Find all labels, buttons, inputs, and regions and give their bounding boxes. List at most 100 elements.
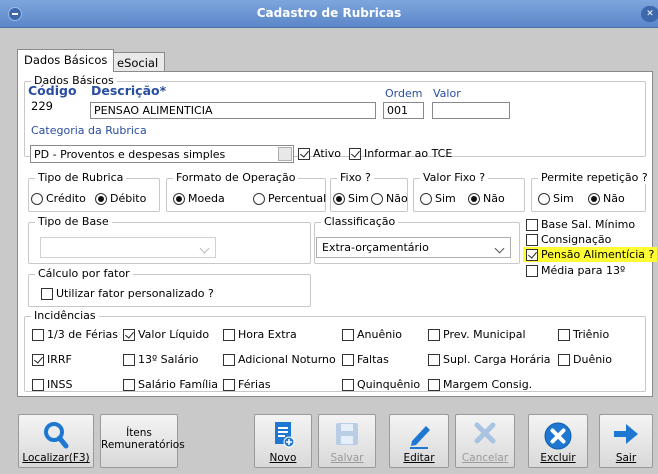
- radio-repeticao-sim-icon: [538, 192, 550, 205]
- tipo-rubrica-title: Tipo de Rubrica: [35, 171, 127, 184]
- incidencias-title: Incidências: [31, 309, 99, 322]
- inc-terco-ferias-icon: [32, 328, 44, 341]
- radio-repeticao-nao[interactable]: Não: [588, 192, 625, 205]
- inc-salario-familia[interactable]: Salário Família: [123, 378, 218, 391]
- valor-input[interactable]: [432, 102, 510, 119]
- categoria-value: PD - Proventos e despesas simples: [34, 148, 226, 161]
- title-bar: Cadastro de Rubricas ✕: [0, 0, 658, 28]
- consignacao-checkbox[interactable]: Consignação: [526, 233, 611, 246]
- radio-moeda-icon: [173, 192, 185, 205]
- inc-supl-carga-horaria-icon: [428, 353, 440, 366]
- radio-fixo-sim-icon: [333, 192, 345, 205]
- novo-button[interactable]: Novo: [254, 414, 312, 468]
- radio-percentual-label: Percentual: [268, 192, 327, 205]
- inc-hora-extra-icon: [223, 328, 235, 341]
- delete-circle-icon: [544, 422, 572, 450]
- localizar-button[interactable]: Localizar(F3): [18, 414, 94, 468]
- classificacao-select[interactable]: Extra-orçamentário: [316, 237, 511, 258]
- fator-personalizado-check-icon: [41, 287, 53, 300]
- inc-duenio[interactable]: Duênio: [558, 353, 612, 366]
- inc-faltas[interactable]: Faltas: [342, 353, 389, 366]
- editar-button[interactable]: Editar: [389, 414, 449, 468]
- inc-inss[interactable]: INSS: [32, 378, 72, 391]
- inc-inss-icon: [32, 378, 44, 391]
- radio-fixo-sim-label: Sim: [348, 192, 369, 205]
- inc-hora-extra[interactable]: Hora Extra: [223, 328, 297, 341]
- radio-repeticao-sim[interactable]: Sim: [538, 192, 574, 205]
- inc-valor-liquido[interactable]: Valor Líquido: [123, 328, 209, 341]
- inc-13-salario-label: 13º Salário: [138, 353, 199, 366]
- lookup-icon[interactable]: [278, 147, 292, 161]
- tipo-base-select[interactable]: [40, 237, 216, 258]
- ativo-check-icon: [298, 147, 310, 160]
- inc-prev-municipal[interactable]: Prev. Municipal: [428, 328, 526, 341]
- radio-debito[interactable]: Débito: [95, 192, 146, 205]
- arrow-right-icon: [614, 424, 638, 444]
- itens-line2: Remuneratórios: [101, 439, 185, 451]
- radio-percentual-icon: [253, 192, 265, 205]
- radio-moeda[interactable]: Moeda: [173, 192, 225, 205]
- editar-label: Editar: [403, 452, 435, 464]
- inc-ferias[interactable]: Férias: [223, 378, 271, 391]
- informar-tce-check-icon: [349, 147, 361, 160]
- media-13-label: Média para 13º: [541, 264, 626, 277]
- fixo-group: Fixo ? Sim Não: [330, 171, 408, 212]
- inc-anuenio-icon: [342, 328, 354, 341]
- radio-fixo-nao-label: Não: [386, 192, 408, 205]
- inc-adicional-noturno[interactable]: Adicional Noturno: [223, 353, 336, 366]
- inc-13-salario-icon: [123, 353, 135, 366]
- inc-terco-ferias[interactable]: 1/3 de Férias: [32, 328, 118, 341]
- ativo-checkbox[interactable]: Ativo: [298, 147, 341, 160]
- inc-irrf[interactable]: IRRF: [32, 353, 72, 366]
- categoria-input[interactable]: PD - Proventos e despesas simples: [30, 145, 294, 163]
- descricao-input[interactable]: PENSAO ALIMENTICIA: [90, 102, 376, 119]
- inc-supl-carga-horaria-label: Supl. Carga Horária: [443, 353, 551, 366]
- inc-quinquenio[interactable]: Quinquênio: [342, 378, 420, 391]
- inc-terco-ferias-label: 1/3 de Férias: [47, 328, 118, 341]
- inc-valor-liquido-label: Valor Líquido: [138, 328, 210, 341]
- inc-margem-consig[interactable]: Margem Consig.: [428, 378, 532, 391]
- inc-adicional-noturno-icon: [223, 353, 235, 366]
- inc-anuenio-label: Anuênio: [357, 328, 402, 341]
- inc-quinquenio-label: Quinquênio: [357, 378, 421, 391]
- salvar-button[interactable]: Salvar: [318, 414, 376, 468]
- pensao-alimenticia-checkbox[interactable]: Pensão Alimentícia ?: [523, 247, 658, 262]
- radio-valor-fixo-nao-icon: [468, 192, 480, 205]
- fixo-title: Fixo ?: [337, 171, 374, 184]
- radio-credito[interactable]: Crédito: [31, 192, 86, 205]
- inc-supl-carga-horaria[interactable]: Supl. Carga Horária: [428, 353, 551, 366]
- itens-remuneratorios-button[interactable]: Ítens Remuneratórios: [100, 414, 185, 468]
- classificacao-value: Extra-orçamentário: [322, 241, 429, 254]
- fator-personalizado-checkbox[interactable]: Utilizar fator personalizado ?: [41, 287, 214, 300]
- media-13-checkbox[interactable]: Média para 13º: [526, 264, 625, 277]
- tab-esocial[interactable]: eSocial: [110, 52, 166, 72]
- cancelar-button[interactable]: Cancelar: [455, 414, 515, 468]
- inc-anuenio[interactable]: Anuênio: [342, 328, 402, 341]
- sair-button[interactable]: Sair: [599, 414, 653, 468]
- radio-valor-fixo-nao[interactable]: Não: [468, 192, 505, 205]
- ordem-input[interactable]: 001: [383, 102, 424, 119]
- radio-fixo-sim[interactable]: Sim: [333, 192, 369, 205]
- radio-valor-fixo-sim[interactable]: Sim: [420, 192, 456, 205]
- radio-debito-label: Débito: [110, 192, 147, 205]
- radio-fixo-nao[interactable]: Não: [371, 192, 408, 205]
- base-sal-minimo-checkbox[interactable]: Base Sal. Mínimo: [526, 218, 635, 231]
- tab-dados-basicos[interactable]: Dados Básicos: [17, 49, 115, 72]
- inc-trienio-icon: [558, 328, 570, 341]
- localizar-label: Localizar(F3): [22, 452, 90, 464]
- radio-percentual[interactable]: Percentual: [253, 192, 326, 205]
- close-icon[interactable]: ✕: [641, 6, 658, 22]
- inc-trienio[interactable]: Triênio: [558, 328, 609, 341]
- inc-13-salario[interactable]: 13º Salário: [123, 353, 199, 366]
- formato-operacao-group: Formato de Operação Moeda Percentual: [166, 171, 326, 212]
- cancel-x-icon: [474, 422, 496, 444]
- consignacao-check-icon: [526, 233, 538, 246]
- inc-margem-consig-icon: [428, 378, 440, 391]
- radio-debito-icon: [95, 192, 107, 205]
- save-icon: [336, 423, 358, 445]
- informar-tce-checkbox[interactable]: Informar ao TCE: [349, 147, 452, 160]
- excluir-button[interactable]: Excluir: [528, 414, 588, 468]
- pensao-alimenticia-check-icon: [526, 248, 538, 261]
- chevron-down-icon: [494, 243, 505, 254]
- inc-faltas-label: Faltas: [357, 353, 389, 366]
